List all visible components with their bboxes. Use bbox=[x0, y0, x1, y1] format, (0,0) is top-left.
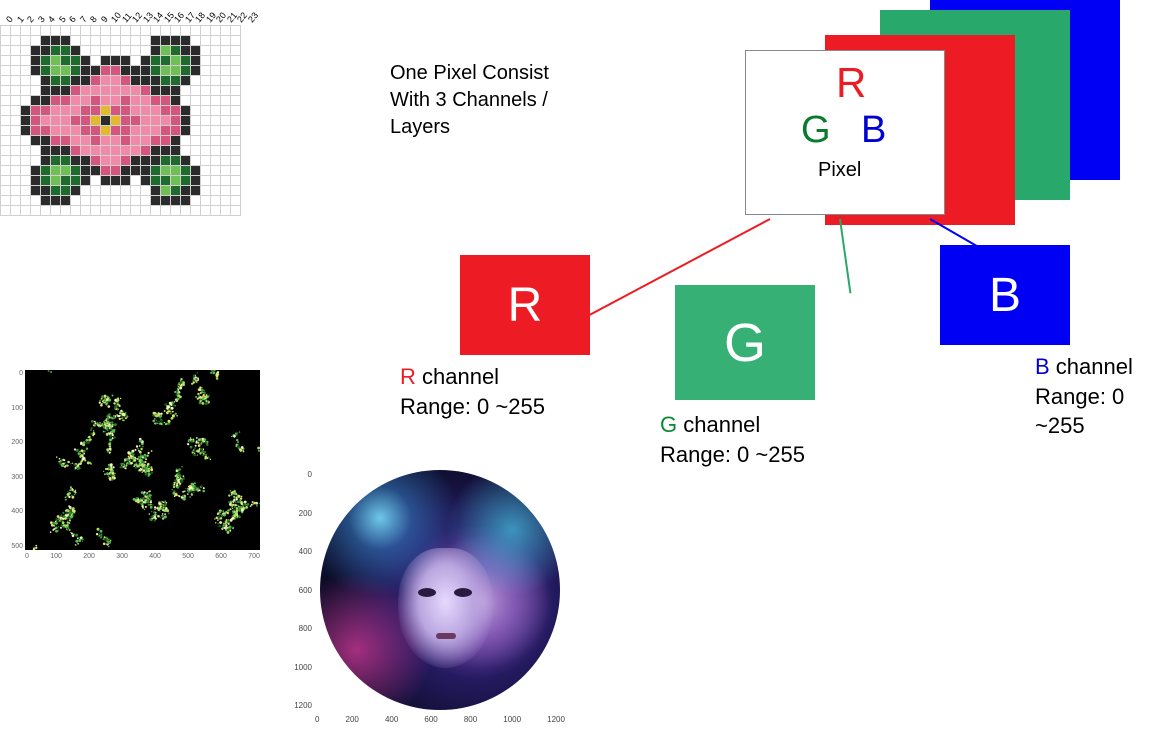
dark-plot-svg bbox=[25, 370, 260, 550]
circ-plot-y-tick: 1200 bbox=[294, 701, 312, 710]
circ-plot-y-tick: 400 bbox=[299, 547, 312, 556]
dark-plot-x-tick: 300 bbox=[116, 553, 128, 560]
r-channel-range: Range: 0 ~255 bbox=[400, 394, 545, 419]
pixel-art-col-label: 8 bbox=[88, 14, 99, 24]
pixel-box-g: G bbox=[801, 109, 831, 152]
circ-plot-y-tick: 200 bbox=[299, 509, 312, 518]
dark-plot-y-tick: 300 bbox=[11, 474, 23, 481]
pixel-art-col-label: 23 bbox=[246, 10, 260, 24]
caption-line3: Layers bbox=[390, 116, 450, 138]
pixel-art-figure: 01234567891011121314151617181920212223 bbox=[0, 0, 253, 216]
b-channel-range: Range: 0 ~255 bbox=[1035, 384, 1124, 439]
r-channel-label-colored: R bbox=[400, 364, 416, 389]
dark-plot-y-tick: 100 bbox=[11, 405, 23, 412]
b-channel-label-rest: channel bbox=[1050, 354, 1133, 379]
g-channel-label-rest: channel bbox=[677, 412, 760, 437]
circ-plot-x-tick: 400 bbox=[385, 715, 398, 724]
rgb-plane-stack: R G B Pixel bbox=[700, 0, 1130, 220]
circ-plot-x-tick: 1200 bbox=[547, 715, 565, 724]
pixel-art-col-label: 2 bbox=[25, 14, 36, 24]
caption-line2: With 3 Channels / bbox=[390, 89, 548, 111]
g-channel-box: G bbox=[675, 285, 815, 400]
dark-plot-y-tick: 500 bbox=[11, 543, 23, 550]
circ-plot-y-tick: 0 bbox=[308, 470, 312, 479]
dark-plot-x-tick: 400 bbox=[149, 553, 161, 560]
g-channel-letter: G bbox=[724, 312, 766, 374]
dark-plot-x-tick: 0 bbox=[25, 553, 29, 560]
connector-g bbox=[839, 219, 851, 294]
circ-plot-x-axis: 0 200 400 600 800 1000 1200 bbox=[315, 715, 565, 724]
dark-plot-y-tick: 400 bbox=[11, 508, 23, 515]
dark-scatter-plot: 0 100 200 300 400 500 0 100 200 300 400 500 600 700 bbox=[5, 370, 265, 575]
pixel-art-col-label: 1 bbox=[15, 14, 26, 24]
circ-plot-y-axis: 0 200 400 600 800 1000 1200 bbox=[290, 470, 312, 710]
g-channel-label-colored: G bbox=[660, 412, 677, 437]
b-channel-letter: B bbox=[989, 268, 1021, 323]
circ-plot-x-tick: 1000 bbox=[503, 715, 521, 724]
r-channel-box: R bbox=[460, 255, 590, 355]
dark-plot-x-tick: 100 bbox=[50, 553, 62, 560]
circ-plot-x-tick: 0 bbox=[315, 715, 319, 724]
r-channel-label-rest: channel bbox=[416, 364, 499, 389]
pixel-box-label: Pixel bbox=[818, 159, 861, 182]
dark-plot-y-axis: 0 100 200 300 400 500 bbox=[5, 370, 23, 550]
circ-plot-x-tick: 200 bbox=[346, 715, 359, 724]
pixel-art-grid bbox=[0, 25, 241, 216]
pixel-caption: One Pixel Consist With 3 Channels / Laye… bbox=[390, 60, 549, 141]
dark-plot-x-tick: 700 bbox=[248, 553, 260, 560]
pixel-art-col-label: 7 bbox=[78, 14, 89, 24]
circ-plot-x-tick: 800 bbox=[464, 715, 477, 724]
circ-plot-y-tick: 1000 bbox=[294, 663, 312, 672]
r-channel-label: R channel Range: 0 ~255 bbox=[400, 362, 545, 421]
dark-plot-x-axis: 0 100 200 300 400 500 600 700 bbox=[25, 553, 260, 560]
face-silhouette bbox=[398, 548, 493, 668]
g-channel-range: Range: 0 ~255 bbox=[660, 442, 805, 467]
r-channel-letter: R bbox=[508, 278, 543, 333]
pixel-art-col-label: 9 bbox=[99, 14, 110, 24]
circ-plot-y-tick: 800 bbox=[299, 624, 312, 633]
pixel-art-col-label: 5 bbox=[57, 14, 68, 24]
pixel-box: R G B Pixel bbox=[745, 50, 945, 215]
g-channel-label: G channel Range: 0 ~255 bbox=[660, 410, 805, 469]
circular-image-plot: 0 200 400 600 800 1000 1200 0 200 400 600 800 1000 1… bbox=[290, 460, 570, 730]
b-channel-box: B bbox=[940, 245, 1070, 345]
dark-plot-x-tick: 600 bbox=[215, 553, 227, 560]
dark-plot-chart-area bbox=[25, 370, 260, 550]
pixel-art-column-labels: 01234567891011121314151617181920212223 bbox=[0, 0, 253, 25]
pixel-art-col-label: 6 bbox=[67, 14, 78, 24]
circ-plot-x-tick: 600 bbox=[424, 715, 437, 724]
dark-plot-x-tick: 200 bbox=[83, 553, 95, 560]
cosmic-face-disc bbox=[320, 470, 560, 710]
pixel-art-col-label: 3 bbox=[36, 14, 47, 24]
pixel-art-col-label: 0 bbox=[4, 14, 15, 24]
b-channel-label: B channel Range: 0 ~255 bbox=[1035, 352, 1166, 441]
circ-plot-y-tick: 600 bbox=[299, 586, 312, 595]
dark-plot-y-tick: 0 bbox=[19, 370, 23, 377]
pixel-art-col-label: 4 bbox=[46, 14, 57, 24]
caption-line1: One Pixel Consist bbox=[390, 62, 549, 84]
dark-plot-x-tick: 500 bbox=[182, 553, 194, 560]
dark-plot-y-tick: 200 bbox=[11, 439, 23, 446]
pixel-box-r: R bbox=[836, 59, 866, 107]
b-channel-label-colored: B bbox=[1035, 354, 1050, 379]
pixel-box-b: B bbox=[861, 109, 886, 152]
